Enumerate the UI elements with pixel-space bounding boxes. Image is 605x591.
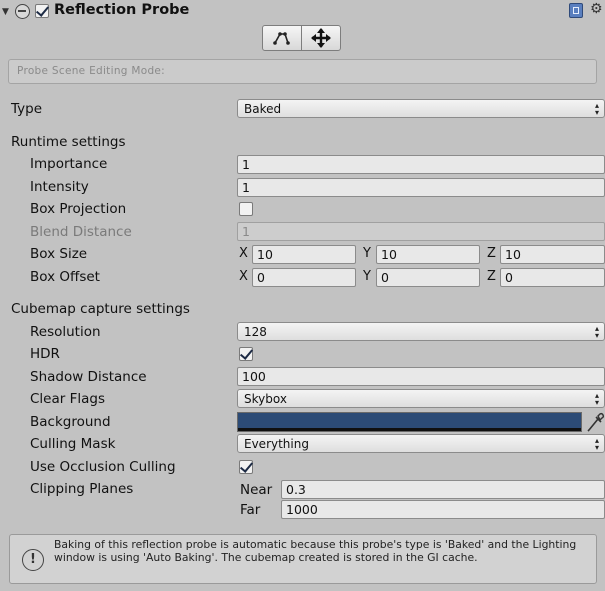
foldout-arrow[interactable]: ▼ bbox=[2, 7, 9, 17]
far-clip-field[interactable]: 1000 bbox=[281, 500, 605, 519]
box-offset-z-field[interactable]: 0 bbox=[500, 268, 605, 287]
box-size-y-field[interactable]: 10 bbox=[376, 245, 480, 264]
dropdown-arrow-icon: ▴ ▾ bbox=[594, 436, 599, 452]
edit-bounds-icon bbox=[273, 32, 290, 45]
box-projection-label: Box Projection bbox=[30, 201, 127, 217]
occlusion-culling-label: Use Occlusion Culling bbox=[30, 459, 176, 475]
gear-icon[interactable]: ⚙ bbox=[590, 1, 603, 17]
clipping-planes-label: Clipping Planes bbox=[30, 481, 134, 497]
near-label: Near bbox=[240, 482, 273, 498]
intensity-field[interactable]: 1 bbox=[237, 178, 605, 197]
box-offset-label: Box Offset bbox=[30, 269, 100, 285]
box-size-x-field[interactable]: 10 bbox=[252, 245, 356, 264]
culling-mask-dropdown[interactable]: Everything ▴ ▾ bbox=[237, 434, 605, 453]
box-size-label: Box Size bbox=[30, 246, 88, 262]
resolution-label: Resolution bbox=[30, 324, 101, 340]
box-offset-x-label: X bbox=[239, 269, 248, 284]
box-projection-checkbox[interactable] bbox=[239, 202, 253, 216]
background-label: Background bbox=[30, 414, 111, 430]
occlusion-culling-checkbox[interactable] bbox=[239, 460, 253, 474]
dropdown-arrow-icon: ▴ ▾ bbox=[594, 101, 599, 117]
clear-flags-label: Clear Flags bbox=[30, 391, 105, 407]
type-value: Baked bbox=[244, 102, 282, 116]
resolution-dropdown[interactable]: 128 ▴ ▾ bbox=[237, 322, 605, 341]
intensity-label: Intensity bbox=[30, 179, 89, 195]
resolution-value: 128 bbox=[244, 325, 267, 339]
far-label: Far bbox=[240, 502, 261, 518]
dropdown-arrow-icon: ▴ ▾ bbox=[594, 324, 599, 340]
eyedropper-icon[interactable] bbox=[585, 411, 605, 433]
culling-mask-label: Culling Mask bbox=[30, 436, 116, 452]
type-label: Type bbox=[11, 101, 43, 117]
reflection-probe-icon bbox=[15, 4, 30, 19]
help-icon[interactable] bbox=[569, 3, 583, 18]
box-offset-x-field[interactable]: 0 bbox=[252, 268, 356, 287]
cubemap-settings-heading: Cubemap capture settings bbox=[11, 301, 190, 317]
move-origin-button[interactable] bbox=[301, 25, 341, 51]
type-dropdown[interactable]: Baked ▴ ▾ bbox=[237, 99, 605, 118]
hdr-checkbox[interactable] bbox=[239, 347, 253, 361]
dropdown-arrow-icon: ▴ ▾ bbox=[594, 391, 599, 407]
culling-mask-value: Everything bbox=[244, 437, 309, 451]
edit-bounds-button[interactable] bbox=[262, 25, 302, 51]
info-message: Baking of this reflection probe is autom… bbox=[54, 538, 577, 564]
box-offset-y-label: Y bbox=[363, 269, 371, 284]
hdr-label: HDR bbox=[30, 346, 60, 362]
box-size-y-label: Y bbox=[363, 246, 371, 261]
move-origin-icon bbox=[311, 28, 331, 48]
box-size-z-label: Z bbox=[487, 246, 496, 261]
importance-label: Importance bbox=[30, 156, 108, 172]
near-clip-field[interactable]: 0.3 bbox=[281, 480, 605, 499]
importance-field[interactable]: 1 bbox=[237, 155, 605, 174]
clear-flags-dropdown[interactable]: Skybox ▴ ▾ bbox=[237, 389, 605, 408]
probe-scene-editing-mode: Probe Scene Editing Mode: bbox=[8, 59, 597, 84]
component-title: Reflection Probe bbox=[54, 2, 190, 18]
background-color-swatch[interactable] bbox=[237, 412, 582, 432]
box-offset-z-label: Z bbox=[487, 269, 496, 284]
shadow-distance-label: Shadow Distance bbox=[30, 369, 147, 385]
shadow-distance-field[interactable]: 100 bbox=[237, 367, 605, 386]
auto-baking-info-box: ! Baking of this reflection probe is aut… bbox=[9, 534, 597, 584]
box-size-x-label: X bbox=[239, 246, 248, 261]
info-icon: ! bbox=[22, 549, 44, 571]
component-enabled-checkbox[interactable] bbox=[35, 4, 49, 18]
runtime-settings-heading: Runtime settings bbox=[11, 134, 126, 150]
blend-distance-label: Blend Distance bbox=[30, 224, 132, 240]
box-offset-y-field[interactable]: 0 bbox=[376, 268, 480, 287]
box-size-z-field[interactable]: 10 bbox=[500, 245, 605, 264]
blend-distance-field: 1 bbox=[237, 222, 605, 241]
clear-flags-value: Skybox bbox=[244, 392, 287, 406]
